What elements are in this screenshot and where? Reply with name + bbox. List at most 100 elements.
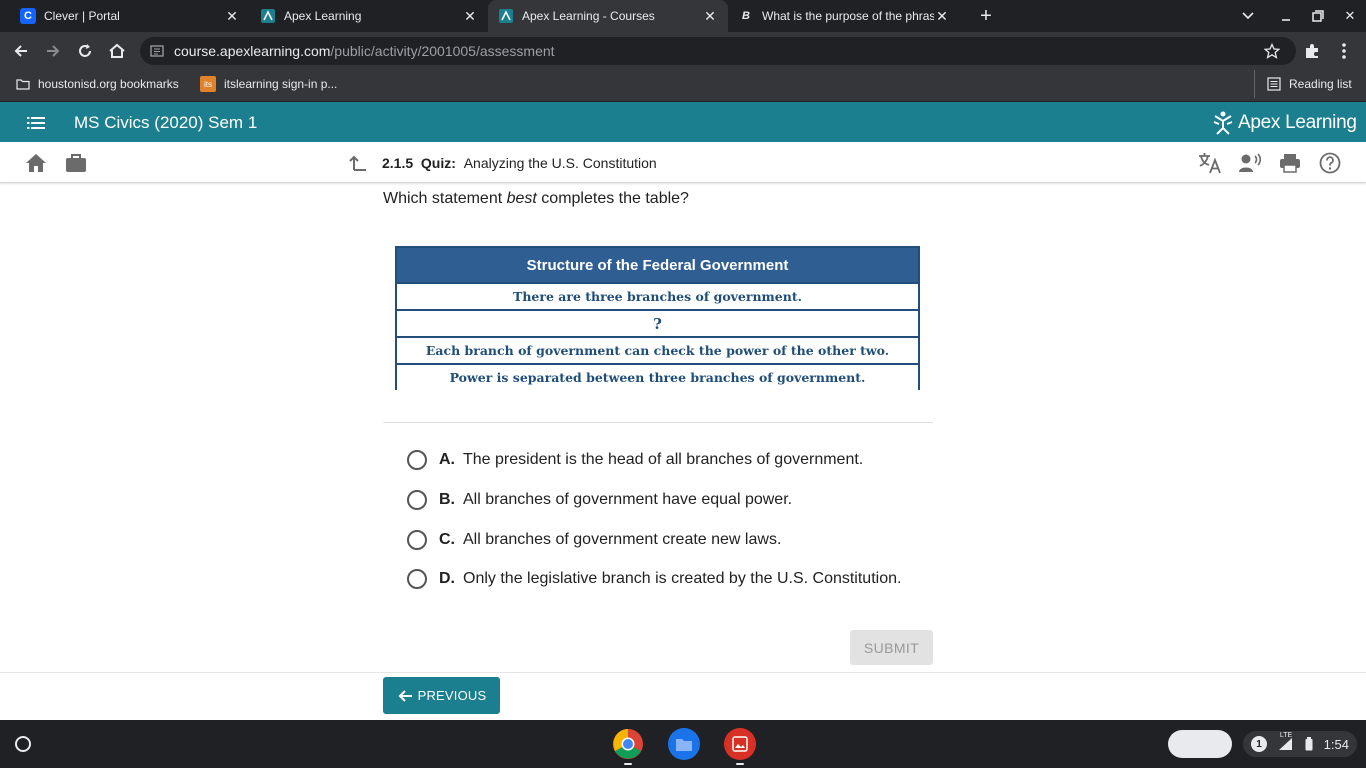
cellular-signal-icon: LTE (1278, 732, 1294, 751)
table-row-missing: ? (397, 309, 918, 336)
previous-button[interactable]: PREVIOUS (383, 677, 500, 714)
tab-title: Apex Learning (284, 9, 362, 23)
activity-footer (0, 672, 1366, 720)
answer-option-d[interactable]: D. Only the legislative branch is create… (407, 567, 901, 591)
apex-favicon-icon (498, 8, 514, 24)
question-part: completes the table? (536, 190, 689, 207)
submit-button[interactable]: SUBMIT (850, 630, 933, 665)
close-window-icon[interactable]: ✕ (1334, 0, 1366, 32)
hamburger-menu-icon[interactable] (26, 114, 46, 132)
site-info-icon[interactable] (150, 44, 164, 58)
reading-list-button[interactable]: Reading list (1254, 70, 1352, 98)
option-letter: B. (439, 491, 455, 508)
home-icon[interactable] (102, 32, 132, 70)
bookmark-star-icon[interactable] (1257, 32, 1287, 70)
option-letter: C. (439, 531, 455, 548)
activity-name: Analyzing the U.S. Constitution (463, 155, 657, 171)
minimize-icon[interactable] (1270, 0, 1302, 32)
itslearning-icon: its (200, 76, 216, 92)
running-indicator (624, 763, 632, 765)
course-title: MS Civics (2020) Sem 1 (74, 113, 258, 132)
tab-title: What is the purpose of the phras (762, 9, 934, 23)
reading-list-icon (1267, 77, 1281, 91)
bookmark-houstonisd[interactable]: houstonisd.org bookmarks (16, 70, 179, 98)
radio-button[interactable] (407, 490, 427, 510)
brainly-favicon-icon: B (742, 10, 750, 22)
forward-icon[interactable] (38, 32, 68, 70)
previous-label: PREVIOUS (417, 688, 487, 703)
table-row: Power is separated between three branche… (397, 363, 918, 390)
close-tab-icon[interactable]: ✕ (224, 8, 240, 25)
close-tab-icon[interactable]: ✕ (462, 8, 478, 25)
option-text: The president is the head of all branche… (463, 451, 864, 468)
launcher-icon[interactable] (10, 731, 36, 757)
question-emphasis: best (506, 190, 537, 207)
tab-title: Clever | Portal (44, 9, 120, 23)
option-letter: A. (439, 451, 455, 468)
bookmark-label: houstonisd.org bookmarks (38, 77, 179, 91)
network-type: LTE (1279, 732, 1293, 739)
tab-apex-courses[interactable]: Apex Learning - Courses ✕ (488, 0, 728, 32)
activity-number: 2.1.5 (382, 155, 414, 171)
help-icon[interactable] (1317, 150, 1343, 176)
option-text: All branches of government create new la… (463, 531, 782, 548)
radio-button[interactable] (407, 450, 427, 470)
print-icon[interactable] (1277, 150, 1303, 176)
activity-nav-bar (0, 142, 1366, 183)
apex-learning-logo: Apex Learning (1212, 110, 1357, 136)
option-text: Only the legislative branch is created b… (463, 570, 902, 587)
url-text[interactable]: course.apexlearning.com/public/activity/… (174, 43, 555, 59)
tab-brainly[interactable]: B What is the purpose of the phras ✕ (728, 0, 960, 32)
answer-option-c[interactable]: C. All branches of government create new… (407, 528, 781, 552)
activity-title: 2.1.5 Quiz: Analyzing the U.S. Constitut… (382, 155, 657, 171)
answer-option-a[interactable]: A. The president is the head of all bran… (407, 448, 863, 472)
holding-space-thumbnails[interactable] (1168, 730, 1232, 758)
url-host: course.apexlearning.com (174, 43, 331, 59)
answer-option-b[interactable]: B. All branches of government have equal… (407, 488, 792, 512)
bookmark-label: itslearning sign-in p... (224, 77, 338, 91)
reload-icon[interactable] (70, 32, 100, 70)
translate-icon[interactable] (1197, 150, 1223, 176)
question-part: Which statement (383, 190, 507, 207)
url-path: /public/activity/2001005/assessment (330, 43, 555, 59)
up-level-arrow-icon[interactable] (345, 150, 371, 176)
new-tab-icon[interactable]: + (970, 0, 1002, 32)
divider (383, 422, 933, 423)
federal-government-table: Structure of the Federal Government Ther… (395, 246, 920, 390)
back-icon[interactable] (6, 32, 36, 70)
running-indicator (736, 763, 744, 765)
apex-favicon-icon (260, 8, 276, 24)
clever-favicon-icon: C (20, 8, 36, 24)
restore-icon[interactable] (1302, 0, 1334, 32)
table-header: Structure of the Federal Government (397, 248, 918, 282)
tab-apex-learning[interactable]: Apex Learning ✕ (250, 0, 488, 32)
apex-logo-icon (1212, 110, 1234, 136)
arrow-left-icon (397, 689, 413, 703)
tab-clever[interactable]: C Clever | Portal ✕ (10, 0, 250, 32)
folder-icon (16, 78, 30, 90)
close-tab-icon[interactable]: ✕ (934, 8, 950, 25)
activity-type: Quiz: (420, 155, 456, 171)
close-tab-icon[interactable]: ✕ (702, 8, 718, 25)
chrome-app-icon[interactable] (612, 728, 644, 760)
bookmark-itslearning[interactable]: its itslearning sign-in p... (200, 70, 337, 98)
radio-button[interactable] (407, 569, 427, 589)
status-tray[interactable]: 1 LTE 1:54 (1243, 731, 1357, 757)
notification-badge: 1 (1251, 736, 1267, 752)
read-aloud-icon[interactable] (1237, 150, 1263, 176)
table-row: Each branch of government can check the … (397, 336, 918, 363)
extensions-puzzle-icon[interactable] (1297, 32, 1327, 70)
home-icon[interactable] (23, 150, 49, 176)
brand-name: Apex Learning (1238, 112, 1357, 133)
clock-time: 1:54 (1323, 736, 1349, 752)
tab-search-chevron-icon[interactable] (1232, 0, 1264, 32)
tab-title: Apex Learning - Courses (522, 9, 655, 23)
gallery-app-icon[interactable] (724, 728, 756, 760)
files-app-icon[interactable] (668, 728, 700, 760)
radio-button[interactable] (407, 530, 427, 550)
briefcase-icon[interactable] (63, 150, 89, 176)
battery-icon (1305, 737, 1313, 751)
menu-kebab-icon[interactable] (1329, 32, 1359, 70)
table-row: There are three branches of government. (397, 282, 918, 309)
option-letter: D. (439, 570, 455, 587)
